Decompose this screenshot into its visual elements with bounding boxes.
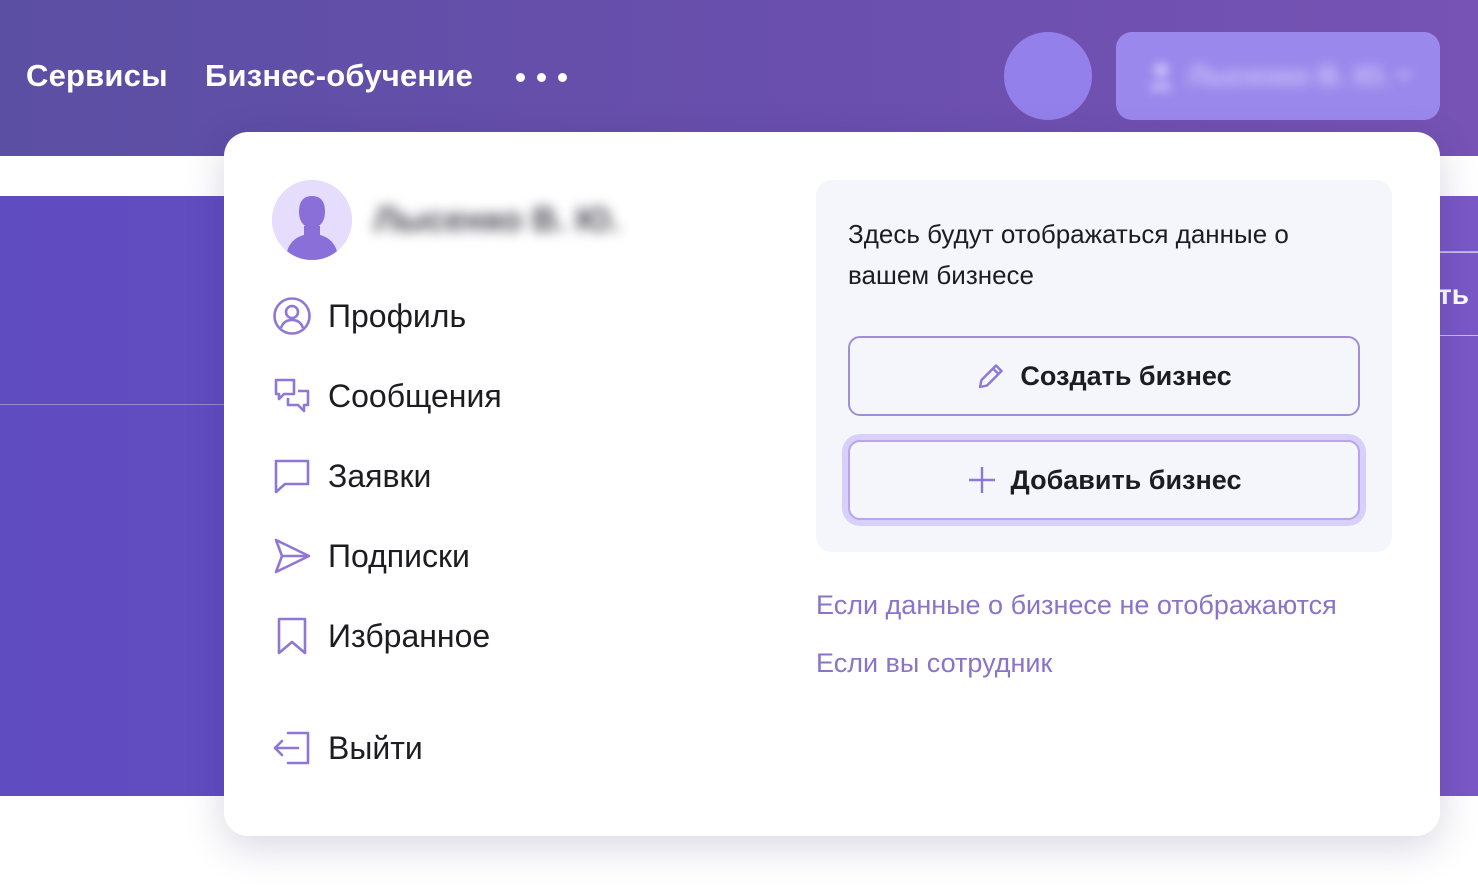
menu-item-messages[interactable]: Сообщения [272, 372, 612, 420]
menu-item-label: Профиль [328, 297, 467, 334]
profile-header: Лысенко В. Ю. [272, 180, 620, 260]
avatar[interactable] [272, 180, 352, 260]
menu-item-favorites[interactable]: Избранное [272, 612, 612, 660]
background-box [1440, 196, 1478, 252]
chevron-down-icon [1395, 69, 1413, 81]
user-menu-button[interactable]: Лысенко В. Ю. [1116, 32, 1440, 120]
create-business-button[interactable]: Создать бизнес [848, 336, 1360, 416]
nav-business-education[interactable]: Бизнес-обучение [205, 58, 473, 94]
background-button-label: ть [1440, 279, 1469, 310]
business-card: Здесь будут отображаться данные о вашем … [816, 180, 1392, 552]
profile-circle-icon [272, 296, 312, 336]
send-icon [272, 536, 312, 576]
menu-item-label: Подписки [328, 537, 470, 574]
add-business-label: Добавить бизнес [1010, 464, 1242, 495]
menu-item-requests[interactable]: Заявки [272, 452, 612, 500]
avatar-silhouette-icon [272, 180, 352, 260]
page: ть Сервисы Бизнес-обучение Лысенко В. Ю. [0, 0, 1478, 886]
business-placeholder-text: Здесь будут отображаться данные о вашем … [848, 219, 1289, 290]
logout-icon [272, 728, 312, 768]
bookmark-icon [272, 616, 312, 656]
background-divider [0, 404, 230, 405]
menu-item-profile[interactable]: Профиль [272, 292, 612, 340]
user-name: Лысенко В. Ю. [374, 200, 620, 239]
menu-item-label: Заявки [328, 457, 432, 494]
menu-item-logout[interactable]: Выйти [272, 724, 612, 772]
menu-item-subscriptions[interactable]: Подписки [272, 532, 612, 580]
menu-item-label: Выйти [328, 729, 423, 766]
user-icon [1149, 63, 1173, 90]
menu-item-label: Сообщения [328, 377, 502, 414]
more-dots-icon[interactable] [516, 68, 574, 86]
link-business-not-shown[interactable]: Если данные о бизнесе не отображаются [816, 590, 1337, 621]
plus-icon [968, 467, 995, 493]
pencil-icon [979, 364, 1004, 389]
chat-bubble-icon [272, 456, 312, 496]
user-dropdown: Лысенко В. Ю. Профиль Сообщения Заявки П… [224, 132, 1440, 836]
messages-icon [272, 376, 312, 416]
header-avatar-circle[interactable] [1004, 32, 1092, 120]
nav-services[interactable]: Сервисы [26, 58, 168, 94]
user-menu-name: Лысенко В. Ю. [1188, 60, 1391, 91]
link-if-employee[interactable]: Если вы сотрудник [816, 648, 1052, 679]
add-business-button[interactable]: Добавить бизнес [848, 440, 1360, 520]
menu-item-label: Избранное [328, 617, 491, 654]
background-button[interactable]: ть [1440, 252, 1478, 336]
create-business-label: Создать бизнес [1020, 360, 1232, 391]
